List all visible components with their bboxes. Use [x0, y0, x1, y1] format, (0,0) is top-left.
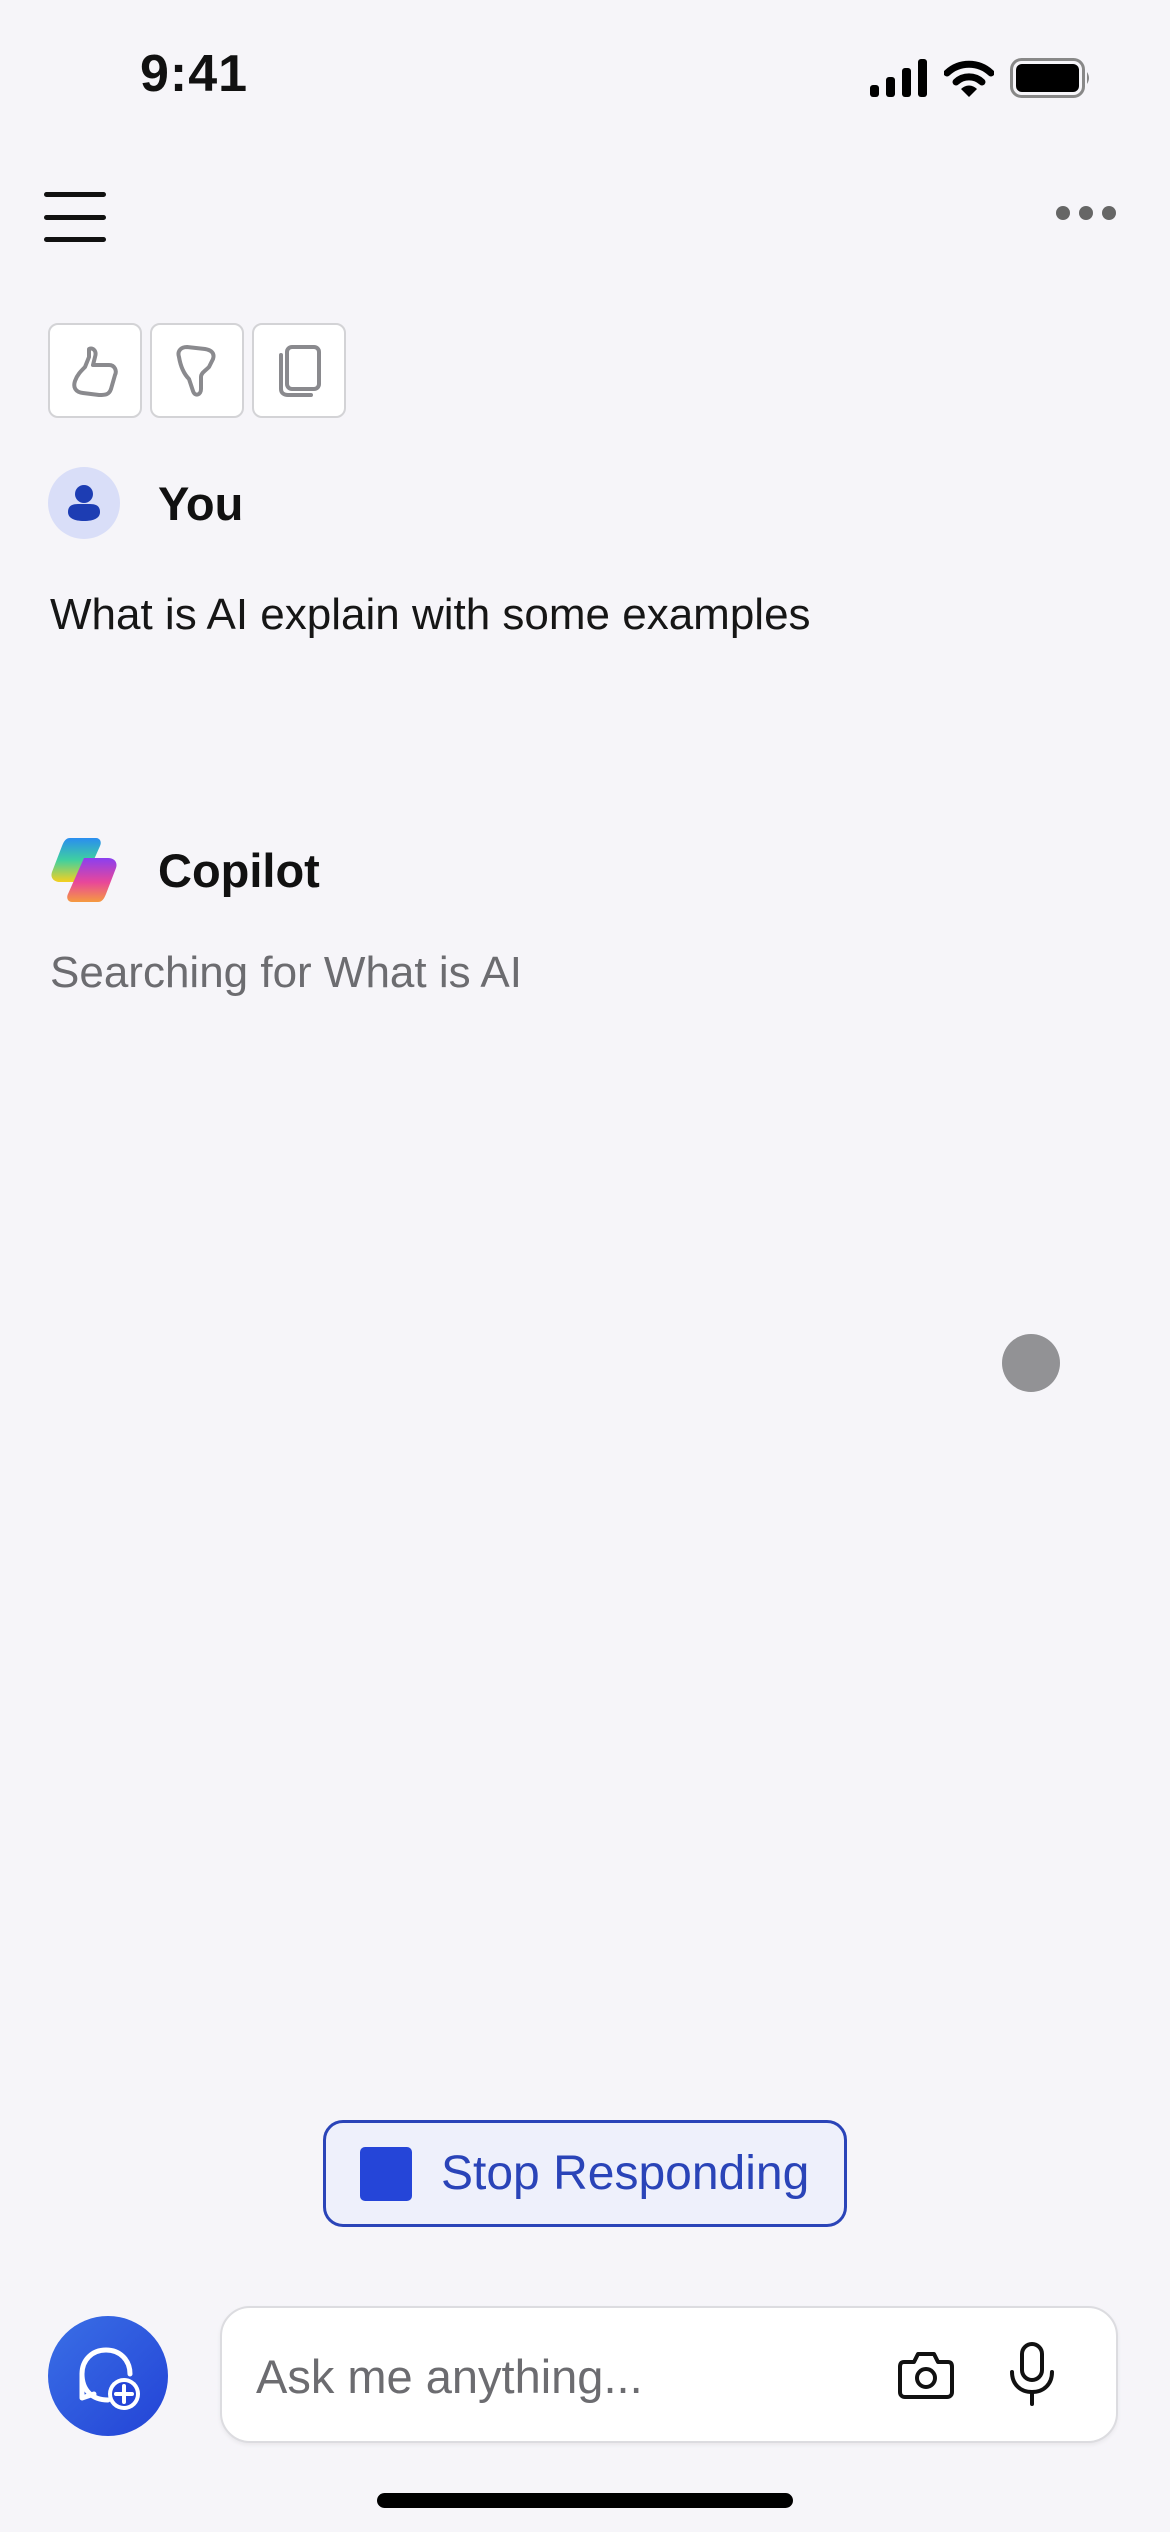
user-avatar — [48, 467, 120, 539]
user-message-header: You — [48, 467, 243, 539]
camera-icon[interactable] — [898, 2348, 954, 2405]
stop-responding-label: Stop Responding — [441, 2147, 810, 2200]
home-indicator[interactable] — [377, 2493, 793, 2508]
user-name: You — [158, 476, 244, 530]
stop-responding-button[interactable]: Stop Responding — [323, 2120, 847, 2227]
feedback-actions — [48, 323, 346, 418]
hamburger-menu-icon[interactable] — [44, 192, 106, 242]
user-message: What is AI explain with some examples — [50, 590, 811, 639]
assistant-name: Copilot — [158, 843, 320, 897]
composer — [220, 2306, 1118, 2443]
copilot-logo — [48, 834, 120, 906]
status-icons — [870, 58, 1092, 103]
thumbs-up-icon — [72, 346, 118, 397]
copy-icon — [279, 344, 321, 397]
new-chat-icon — [79, 2347, 140, 2410]
thumbs-down-icon — [176, 344, 216, 397]
microphone-icon[interactable] — [1008, 2342, 1056, 2411]
top-nav — [0, 180, 1170, 250]
copy-button[interactable] — [252, 323, 346, 418]
status-time: 9:41 — [140, 45, 249, 103]
more-options-icon[interactable] — [1056, 206, 1116, 220]
person-icon — [68, 485, 100, 521]
assistant-message-header: Copilot — [48, 834, 320, 906]
new-chat-button[interactable] — [48, 2316, 168, 2436]
cellular-signal-icon — [870, 59, 928, 102]
ask-input[interactable] — [256, 2338, 856, 2414]
wifi-icon — [943, 59, 995, 102]
copilot-logo-icon — [51, 838, 117, 902]
typing-indicator — [1002, 1334, 1060, 1392]
stop-icon — [360, 2146, 412, 2201]
battery-icon — [1010, 58, 1092, 103]
assistant-status: Searching for What is AI — [50, 948, 522, 997]
thumbs-down-button[interactable] — [150, 323, 244, 418]
status-bar: 9:41 — [0, 0, 1170, 150]
thumbs-up-button[interactable] — [48, 323, 142, 418]
